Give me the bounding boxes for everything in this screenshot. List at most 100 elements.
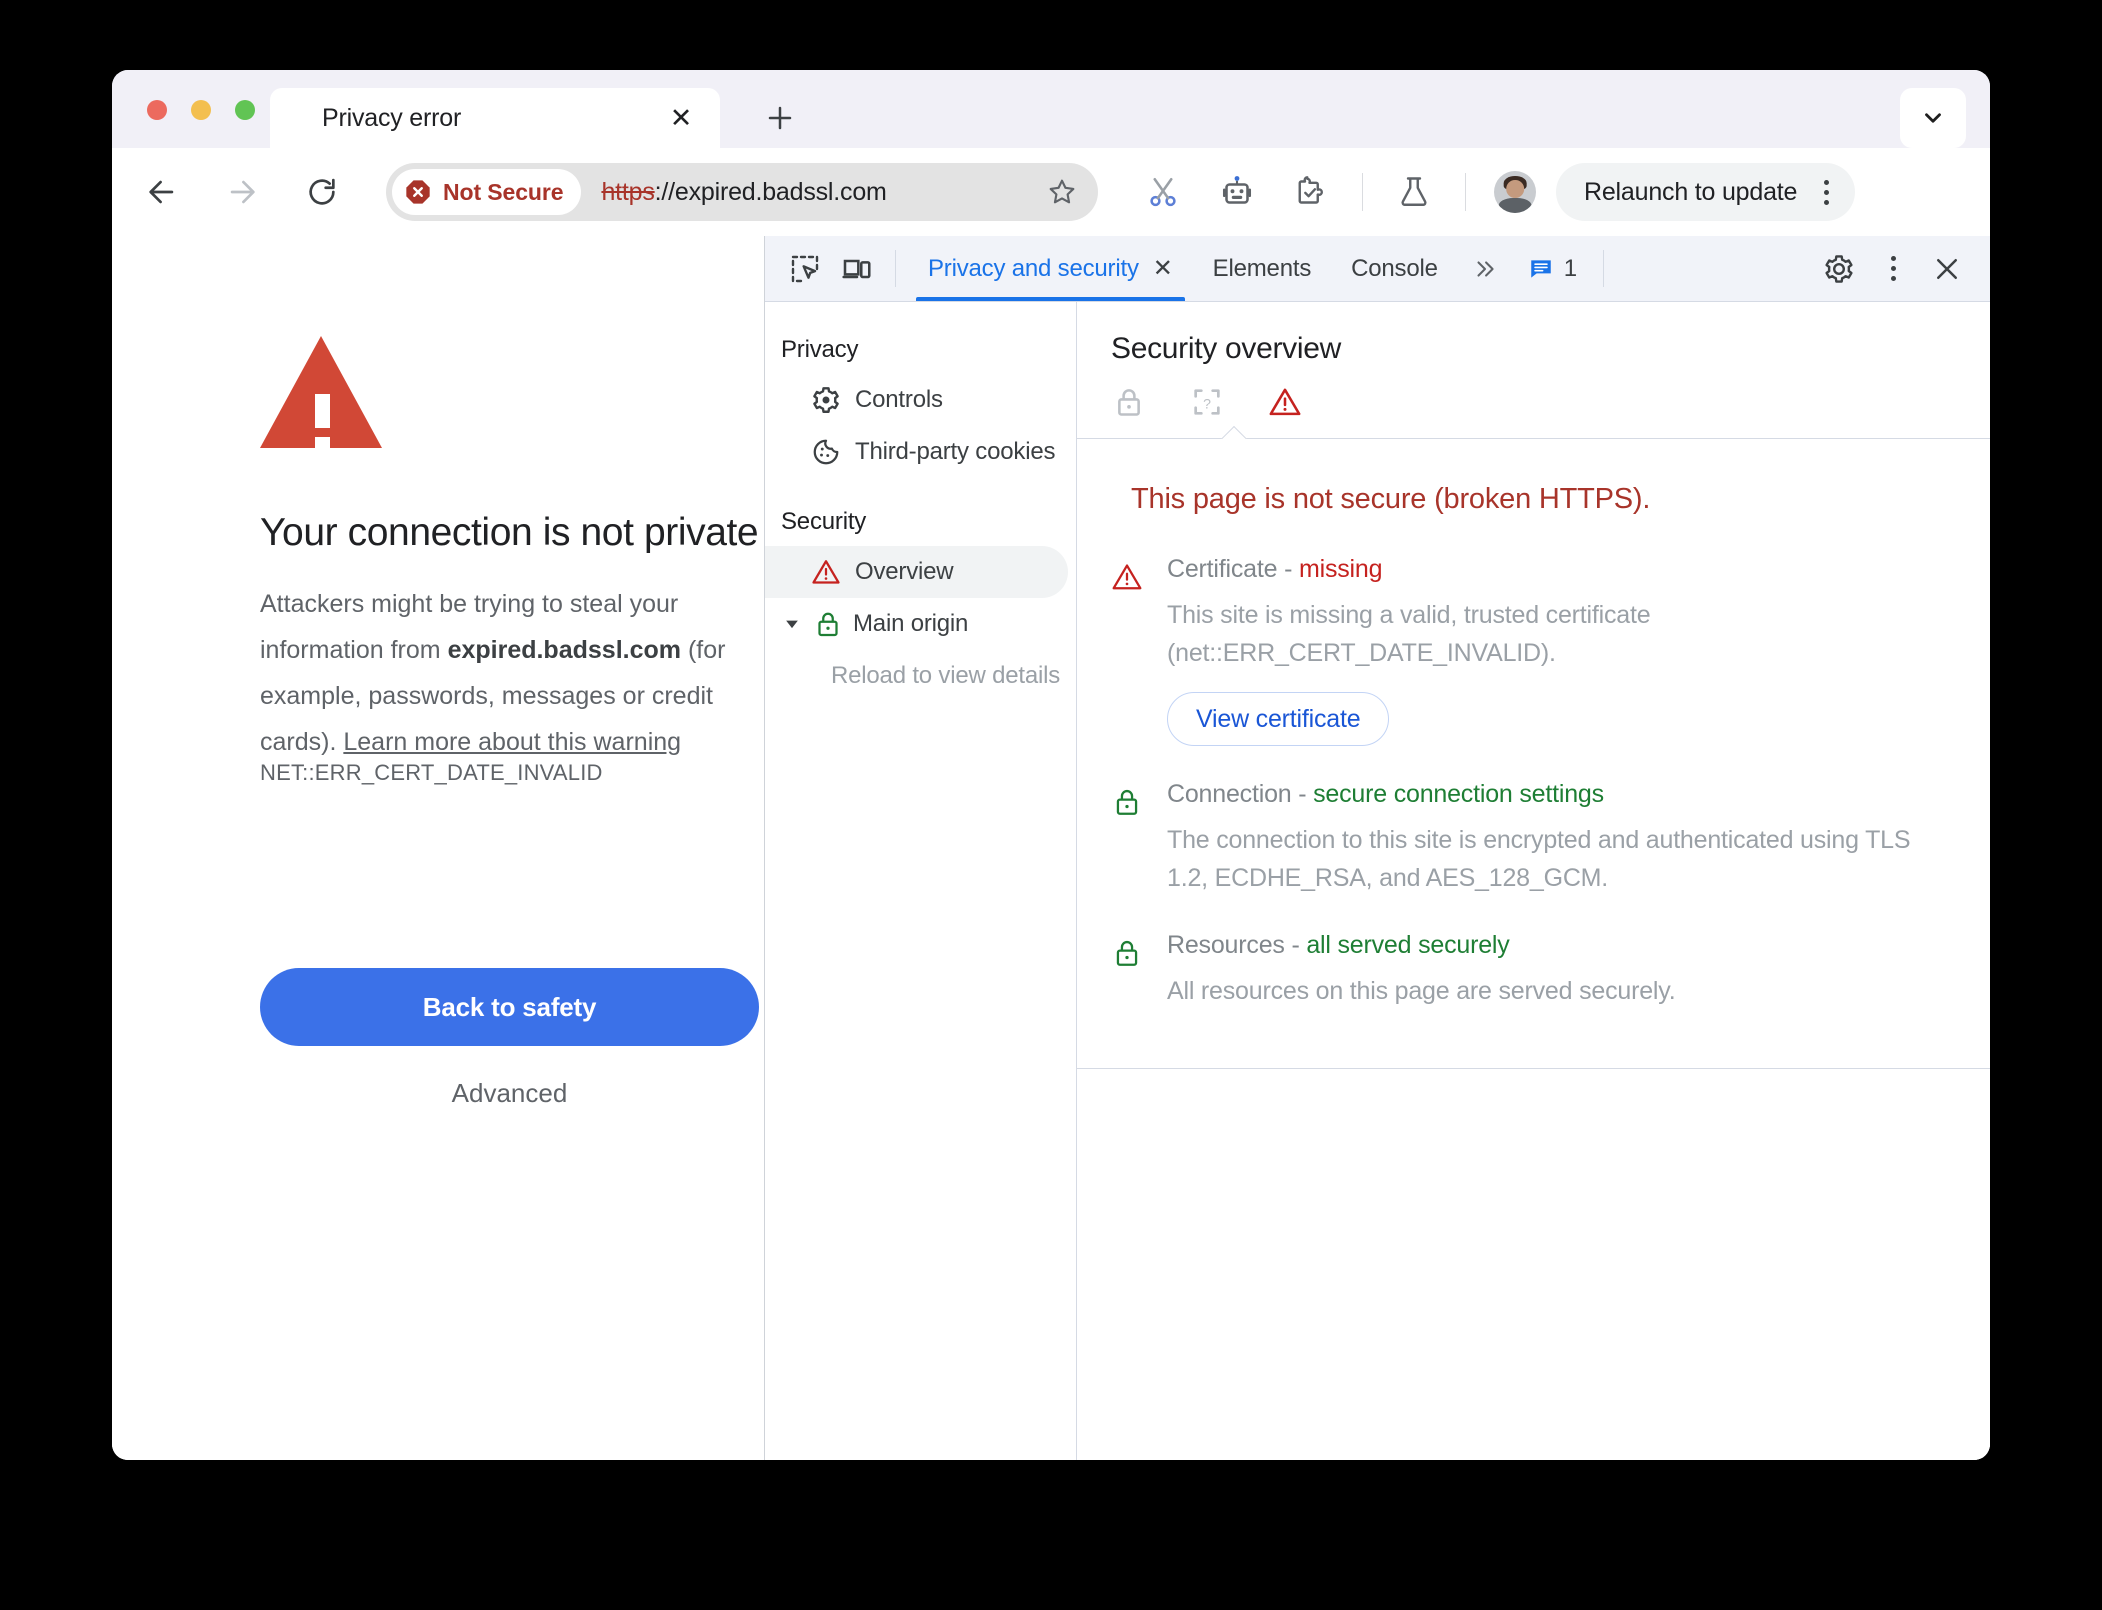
toolbar-icons	[1126, 164, 1550, 220]
content-area: Your connection is not private Attackers…	[112, 236, 1990, 1460]
device-toolbar-button[interactable]	[831, 236, 883, 301]
row-value: all served securely	[1306, 931, 1510, 959]
window-traffic-lights	[147, 100, 255, 120]
relaunch-label: Relaunch to update	[1584, 177, 1798, 206]
learn-more-link[interactable]: Learn more about this warning	[343, 728, 681, 756]
tab-privacy-and-security[interactable]: Privacy and security ✕	[908, 236, 1193, 301]
inspect-element-button[interactable]	[779, 236, 831, 301]
sidebar-item-third-party-cookies[interactable]: Third-party cookies	[765, 426, 1068, 478]
browser-tab[interactable]: Privacy error ✕	[270, 88, 720, 148]
cookie-icon	[813, 439, 839, 465]
devtools-menu-button[interactable]	[1866, 242, 1920, 296]
arrow-right-icon	[230, 180, 255, 204]
sidebar-item-label: Third-party cookies	[855, 438, 1056, 465]
svg-text:?: ?	[1203, 396, 1211, 412]
kebab-menu-icon[interactable]	[1809, 172, 1843, 212]
site-security-badge[interactable]: Not Secure	[392, 169, 582, 215]
warning-exclamation	[315, 394, 330, 452]
row-value[interactable]: secure connection settings	[1313, 780, 1604, 808]
avatar[interactable]	[1494, 171, 1536, 213]
not-secure-octagon-icon	[406, 180, 430, 204]
warning-triangle-red-icon[interactable]	[1267, 384, 1303, 420]
page-body: Attackers might be trying to steal your …	[260, 581, 760, 765]
gear-icon	[813, 387, 839, 413]
row-heading: Certificate - missing	[1167, 555, 1383, 583]
scissors-icon[interactable]	[1135, 164, 1191, 220]
sidebar-group-security: Security	[781, 508, 867, 535]
issues-counter[interactable]: 1	[1512, 236, 1591, 301]
row-description: All resources on this page are served se…	[1167, 977, 1676, 1005]
gear-icon	[1825, 254, 1853, 283]
tab-label: Elements	[1212, 254, 1312, 282]
device-toolbar-icon	[842, 259, 871, 278]
new-tab-button[interactable]	[760, 98, 800, 138]
close-window-button[interactable]	[147, 100, 167, 120]
flask-experiments-icon[interactable]	[1386, 164, 1442, 220]
sidebar-item-main-origin[interactable]: Main origin	[765, 598, 1068, 650]
robot-icon[interactable]	[1209, 164, 1265, 220]
tab-console[interactable]: Console	[1331, 236, 1458, 301]
unknown-question-icon[interactable]: ?	[1189, 384, 1225, 420]
close-icon[interactable]: ✕	[664, 101, 698, 135]
reload-button[interactable]	[294, 164, 350, 220]
devtools-divider	[895, 250, 896, 287]
avatar-body	[1498, 197, 1532, 213]
toolbar-divider-2	[1465, 173, 1466, 211]
devtools-settings-button[interactable]	[1812, 242, 1866, 296]
tab-search-button[interactable]	[1900, 88, 1966, 148]
puzzle-extension-icon[interactable]	[1283, 164, 1339, 220]
overview-row-resources: Resources - all served securely All reso…	[1111, 931, 1950, 1010]
tab-label: Console	[1351, 254, 1438, 282]
url-scheme: https	[601, 177, 655, 206]
more-tabs-button[interactable]	[1458, 236, 1512, 301]
row-heading: Connection - secure connection settings	[1167, 780, 1604, 808]
tab-title: Privacy error	[322, 103, 462, 132]
privacy-error-page: Your connection is not private Attackers…	[112, 236, 764, 1460]
kebab-menu-icon	[1876, 249, 1910, 289]
url-text[interactable]: https://expired.badssl.com	[601, 178, 1080, 207]
devtools-sidebar: Privacy Controls Third-party cookies Sec…	[765, 302, 1077, 1460]
minimize-window-button[interactable]	[191, 100, 211, 120]
row-description: The connection to this site is encrypted…	[1167, 826, 1911, 892]
avatar-face	[1506, 180, 1524, 198]
address-bar[interactable]: Not Secure https://expired.badssl.com	[386, 163, 1098, 221]
plus-icon	[768, 106, 792, 130]
sidebar-item-overview[interactable]: Overview	[765, 546, 1068, 598]
view-certificate-button[interactable]: View certificate	[1167, 692, 1390, 746]
url-rest: ://expired.badssl.com	[654, 177, 887, 206]
sidebar-group-privacy: Privacy	[781, 336, 859, 363]
close-icon[interactable]: ✕	[1153, 254, 1173, 283]
overview-row-connection: Connection - secure connection settings …	[1111, 780, 1950, 897]
back-button[interactable]	[134, 164, 190, 220]
lock-green-icon	[818, 612, 838, 637]
sidebar-item-label: Overview	[855, 558, 954, 585]
devtools-divider-2	[1603, 250, 1605, 287]
devtools-close-button[interactable]	[1920, 242, 1974, 296]
row-label: Resources	[1167, 931, 1285, 959]
overview-summary: This page is not secure (broken HTTPS).	[1131, 483, 1651, 515]
browser-window: Privacy error ✕ Not Secure https://expir…	[112, 70, 1990, 1460]
advanced-button[interactable]: Advanced	[260, 1078, 759, 1109]
sidebar-reload-note: Reload to view details	[831, 662, 1061, 689]
row-value: missing	[1298, 555, 1383, 583]
row-description: This site is missing a valid, trusted ce…	[1167, 601, 1651, 667]
inspect-element-icon	[791, 255, 819, 282]
active-state-caret	[1221, 426, 1247, 439]
bookmark-button[interactable]	[1042, 172, 1082, 212]
security-badge-label: Not Secure	[443, 178, 564, 205]
maximize-window-button[interactable]	[235, 100, 255, 120]
forward-button[interactable]	[214, 164, 270, 220]
chevron-down-icon	[1925, 113, 1941, 123]
chevron-down-icon[interactable]	[781, 614, 803, 634]
tab-elements[interactable]: Elements	[1193, 236, 1331, 301]
arrow-left-icon	[149, 180, 174, 204]
lock-gray-icon[interactable]	[1111, 384, 1147, 420]
reload-icon	[309, 178, 335, 205]
warning-triangle-icon	[812, 560, 840, 584]
sidebar-item-controls[interactable]: Controls	[765, 374, 1068, 426]
relaunch-to-update-button[interactable]: Relaunch to update	[1556, 163, 1856, 221]
lock-green-icon	[1111, 780, 1145, 897]
back-to-safety-button[interactable]: Back to safety	[260, 968, 759, 1046]
overview-state-icons: ?	[1077, 366, 1990, 420]
tab-strip: Privacy error ✕	[112, 70, 1990, 148]
